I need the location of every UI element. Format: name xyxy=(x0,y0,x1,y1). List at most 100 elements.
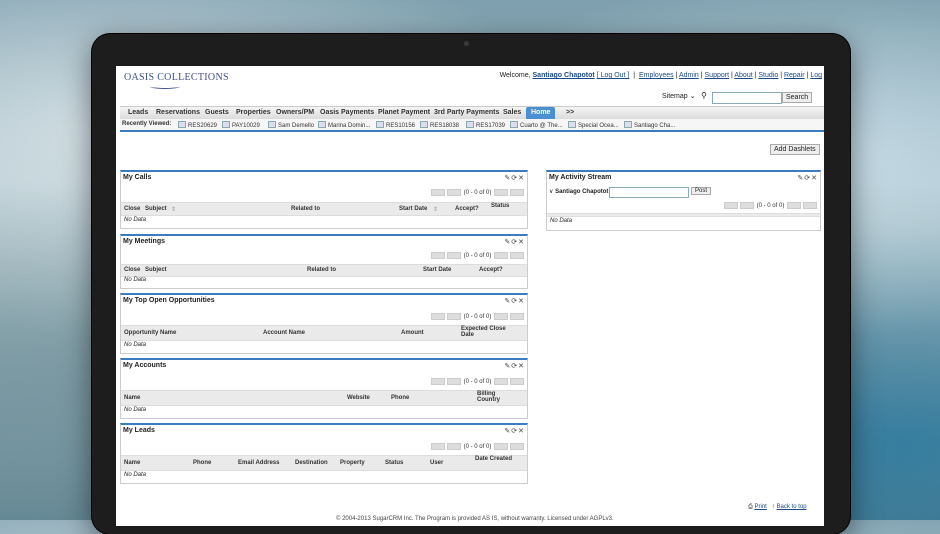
column-header[interactable]: Start Date xyxy=(399,206,427,212)
add-dashlets-button[interactable]: Add Dashlets xyxy=(770,144,820,155)
tab-leads[interactable]: Leads xyxy=(128,109,148,116)
search-button[interactable]: Search xyxy=(782,92,813,103)
tab-oasis-payments[interactable]: Oasis Payments xyxy=(320,109,374,116)
recent-item[interactable]: RES20629 xyxy=(178,121,217,129)
column-header[interactable]: Email Address xyxy=(238,460,279,466)
next-page-button[interactable] xyxy=(494,378,508,385)
last-page-button[interactable] xyxy=(510,443,524,450)
first-page-button[interactable] xyxy=(430,378,445,385)
column-header[interactable]: Account Name xyxy=(263,330,305,336)
first-page-button[interactable] xyxy=(430,313,445,320)
log-link[interactable]: Log xyxy=(810,72,822,79)
column-header[interactable]: Subject xyxy=(145,267,167,273)
prev-page-button[interactable] xyxy=(446,313,461,320)
tab-reservations[interactable]: Reservations xyxy=(156,109,200,116)
column-header[interactable]: Close xyxy=(124,267,140,273)
recent-item[interactable]: RES10156 xyxy=(376,121,415,129)
column-header[interactable]: Subject xyxy=(145,206,167,212)
studio-link[interactable]: Studio xyxy=(758,72,778,79)
first-page-button[interactable] xyxy=(430,443,445,450)
recent-item[interactable]: PAY10029 xyxy=(222,121,260,129)
column-header[interactable]: Name xyxy=(124,395,140,401)
recent-item[interactable]: Marina Domin... xyxy=(318,121,370,129)
column-header[interactable]: Status xyxy=(385,460,403,466)
prev-page-button[interactable] xyxy=(446,189,461,196)
prev-page-button[interactable] xyxy=(446,378,461,385)
prev-page-button[interactable] xyxy=(739,202,754,209)
next-page-button[interactable] xyxy=(494,252,508,259)
next-page-button[interactable] xyxy=(494,313,508,320)
print-link[interactable]: Print xyxy=(754,504,766,510)
column-header[interactable]: Opportunity Name xyxy=(124,330,176,336)
next-page-button[interactable] xyxy=(494,189,508,196)
tab-properties[interactable]: Properties xyxy=(236,109,271,116)
employees-link[interactable]: Employees xyxy=(639,72,674,79)
recent-item[interactable]: RES18038 xyxy=(420,121,459,129)
prev-page-button[interactable] xyxy=(446,443,461,450)
user-link[interactable]: Santiago Chapotot xyxy=(533,72,595,79)
tab-owners-pm[interactable]: Owners/PM xyxy=(276,109,314,116)
column-header[interactable]: Property xyxy=(340,460,365,466)
column-header[interactable]: Website xyxy=(347,395,370,401)
last-page-button[interactable] xyxy=(510,313,524,320)
column-header[interactable]: Phone xyxy=(193,460,211,466)
column-header[interactable]: Name xyxy=(124,460,140,466)
last-page-button[interactable] xyxy=(803,202,817,209)
column-header[interactable]: Status xyxy=(491,203,509,209)
repair-link[interactable]: Repair xyxy=(784,72,805,79)
column-header[interactable]: Accept? xyxy=(455,206,479,212)
admin-link[interactable]: Admin xyxy=(679,72,699,79)
column-header[interactable]: Related to xyxy=(307,267,336,273)
close-icon[interactable]: ✕ xyxy=(518,239,525,246)
column-header[interactable]: Billing Country xyxy=(477,391,507,403)
recent-item[interactable]: Sam Demello xyxy=(268,121,314,129)
recent-item-label: PAY10029 xyxy=(232,123,260,129)
last-page-button[interactable] xyxy=(510,189,524,196)
activity-post-input[interactable] xyxy=(609,187,689,198)
prev-page-button[interactable] xyxy=(446,252,461,259)
next-page-button[interactable] xyxy=(787,202,801,209)
column-header[interactable]: Expected Close Date xyxy=(461,326,511,338)
tab-home[interactable]: Home xyxy=(526,107,556,119)
sort-icon[interactable]: ⇕ xyxy=(171,206,176,213)
close-icon[interactable]: ✕ xyxy=(518,428,525,435)
column-header[interactable]: Start Date xyxy=(423,267,451,273)
about-link[interactable]: About xyxy=(734,72,752,79)
recent-item[interactable]: Cuarto @ The... xyxy=(510,121,563,129)
close-icon[interactable]: ✕ xyxy=(811,175,818,182)
next-page-button[interactable] xyxy=(494,443,508,450)
logout-link[interactable]: [ Log Out ] xyxy=(597,72,630,79)
column-header[interactable]: Related to xyxy=(291,206,320,212)
close-icon[interactable]: ✕ xyxy=(518,298,525,305)
close-icon[interactable]: ✕ xyxy=(518,175,525,182)
tab-more[interactable]: >> xyxy=(566,109,574,116)
tab-planet-payment[interactable]: Planet Payment xyxy=(378,109,430,116)
recent-item[interactable]: Santiago Cha... xyxy=(624,121,675,129)
last-page-button[interactable] xyxy=(510,378,524,385)
support-link[interactable]: Support xyxy=(705,72,730,79)
column-header[interactable]: Destination xyxy=(295,460,328,466)
search-input[interactable] xyxy=(712,92,782,104)
column-header[interactable]: Close xyxy=(124,206,140,212)
column-header[interactable]: Amount xyxy=(401,330,424,336)
first-page-button[interactable] xyxy=(723,202,738,209)
search-icon[interactable]: ⚲ xyxy=(701,91,707,100)
column-header[interactable]: Phone xyxy=(391,395,409,401)
tab-guests[interactable]: Guests xyxy=(205,109,229,116)
logo[interactable]: OASIS COLLECTIONS xyxy=(124,72,229,89)
sitemap-dropdown[interactable]: Sitemap ⌄ xyxy=(662,92,696,100)
column-header[interactable]: Date Created xyxy=(475,456,512,462)
recent-item[interactable]: RES17039 xyxy=(466,121,505,129)
column-header[interactable]: User xyxy=(430,460,443,466)
last-page-button[interactable] xyxy=(510,252,524,259)
sort-icon[interactable]: ⇕ xyxy=(433,206,438,213)
tab-3rd-party-payments[interactable]: 3rd Party Payments xyxy=(434,109,499,116)
first-page-button[interactable] xyxy=(430,189,445,196)
tab-sales[interactable]: Sales xyxy=(503,109,521,116)
close-icon[interactable]: ✕ xyxy=(518,363,525,370)
recent-item[interactable]: Special Ocea... xyxy=(568,121,619,129)
first-page-button[interactable] xyxy=(430,252,445,259)
back-to-top-link[interactable]: Back to top xyxy=(777,504,807,510)
post-button[interactable]: Post xyxy=(691,187,712,195)
column-header[interactable]: Accept? xyxy=(479,267,503,273)
